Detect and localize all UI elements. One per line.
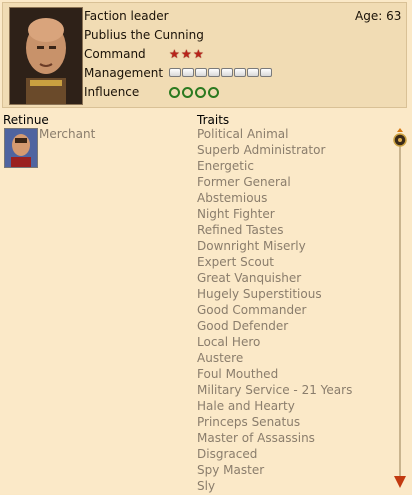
leader-info-box: Faction leader Age: 63 Publius the Cunni…: [2, 2, 407, 108]
traits-scrollbar[interactable]: [393, 124, 407, 494]
command-rating[interactable]: ★ ★ ★: [169, 47, 204, 61]
trait-item[interactable]: Energetic: [197, 159, 352, 175]
retinue-item-merchant[interactable]: Merchant: [39, 127, 95, 141]
character-panel: Faction leader Age: 63 Publius the Cunni…: [0, 0, 412, 494]
influence-laurel-icon: [182, 87, 193, 98]
trait-item[interactable]: Local Hero: [197, 335, 352, 351]
influence-laurel-icon: [195, 87, 206, 98]
trait-item[interactable]: Master of Assassins: [197, 431, 352, 447]
influence-rating[interactable]: [169, 87, 220, 98]
command-star-icon: ★: [193, 47, 204, 61]
trait-item[interactable]: Abstemious: [197, 191, 352, 207]
trait-item[interactable]: Refined Tastes: [197, 223, 352, 239]
scroll-thumb-icon[interactable]: [393, 128, 407, 150]
trait-item[interactable]: Expert Scout: [197, 255, 352, 271]
trait-item[interactable]: Former General: [197, 175, 352, 191]
merchant-portrait-image: [5, 129, 37, 167]
trait-item[interactable]: Superb Administrator: [197, 143, 352, 159]
trait-item[interactable]: Good Commander: [197, 303, 352, 319]
scroll-track[interactable]: [399, 146, 401, 476]
command-label: Command: [84, 47, 146, 61]
trait-item[interactable]: Downright Miserly: [197, 239, 352, 255]
command-star-icon: ★: [181, 47, 192, 61]
trait-item[interactable]: Good Defender: [197, 319, 352, 335]
leader-name: Publius the Cunning: [84, 28, 204, 42]
leader-portrait[interactable]: [9, 7, 83, 105]
management-scroll-icon: [260, 68, 272, 77]
leader-portrait-image: [10, 8, 82, 104]
trait-item[interactable]: Austere: [197, 351, 352, 367]
traits-heading: Traits: [197, 113, 230, 127]
trait-item[interactable]: Military Service - 21 Years: [197, 383, 352, 399]
retinue-heading: Retinue: [3, 113, 49, 127]
management-scroll-icon: [208, 68, 220, 77]
traits-list: Political Animal Superb Administrator Ener…: [197, 127, 352, 495]
trait-item[interactable]: Princeps Senatus: [197, 415, 352, 431]
management-scroll-icon: [221, 68, 233, 77]
influence-label: Influence: [84, 85, 140, 99]
scroll-down-arrow-icon[interactable]: [394, 476, 406, 488]
trait-item[interactable]: Great Vanquisher: [197, 271, 352, 287]
influence-laurel-icon: [208, 87, 219, 98]
management-label: Management: [84, 66, 164, 80]
management-scroll-icon: [169, 68, 181, 77]
trait-item[interactable]: Political Animal: [197, 127, 352, 143]
management-rating[interactable]: [169, 67, 272, 77]
trait-item[interactable]: Sly: [197, 479, 352, 495]
influence-laurel-icon: [169, 87, 180, 98]
management-scroll-icon: [195, 68, 207, 77]
management-scroll-icon: [182, 68, 194, 77]
management-scroll-icon: [247, 68, 259, 77]
trait-item[interactable]: Foul Mouthed: [197, 367, 352, 383]
leader-age: Age: 63: [355, 9, 402, 23]
command-star-icon: ★: [169, 47, 180, 61]
trait-item[interactable]: Spy Master: [197, 463, 352, 479]
leader-title: Faction leader: [84, 9, 169, 23]
trait-item[interactable]: Disgraced: [197, 447, 352, 463]
trait-item[interactable]: Hugely Superstitious: [197, 287, 352, 303]
trait-item[interactable]: Hale and Hearty: [197, 399, 352, 415]
retinue-merchant-portrait[interactable]: [4, 128, 38, 168]
trait-item[interactable]: Night Fighter: [197, 207, 352, 223]
management-scroll-icon: [234, 68, 246, 77]
